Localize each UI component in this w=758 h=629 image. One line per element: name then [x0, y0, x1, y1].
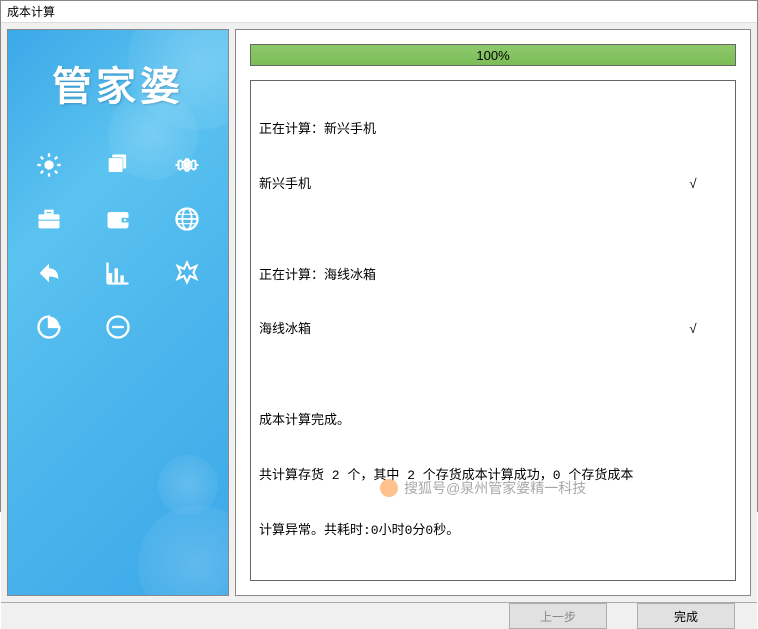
globe-icon — [172, 204, 202, 234]
progress-label: 100% — [476, 48, 509, 63]
log-line: 正在计算：新兴手机 — [259, 121, 727, 139]
progress-bar: 100% — [250, 44, 736, 66]
log-line: 计算异常。共耗时:0小时0分0秒。 — [259, 522, 727, 540]
gear-icon — [172, 150, 202, 180]
stack-icon — [103, 150, 133, 180]
log-panel[interactable]: 正在计算：新兴手机 新兴手机√ 正在计算：海线冰箱 海线冰箱√ 成本计算完成。 … — [250, 80, 736, 581]
log-line: 共计算存货 2 个，其中 2 个存货成本计算成功，0 个存货成本 — [259, 467, 727, 485]
done-label: 完成 — [674, 608, 698, 625]
pie-icon — [34, 312, 64, 342]
briefcase-icon — [34, 204, 64, 234]
sun-icon — [34, 150, 64, 180]
back-icon — [34, 258, 64, 288]
minus-icon — [103, 312, 133, 342]
sidebar-icon-grid — [28, 150, 208, 342]
done-button[interactable]: 完成 — [637, 603, 735, 629]
log-line: 海线冰箱√ — [259, 321, 727, 339]
log-line: 正在计算：海线冰箱 — [259, 267, 727, 285]
sidebar: 管家婆 — [7, 29, 229, 596]
prev-label: 上一步 — [540, 608, 576, 625]
log-line: 成本计算完成。 — [259, 412, 727, 430]
prev-button[interactable]: 上一步 — [509, 603, 607, 629]
wallet-icon — [103, 204, 133, 234]
title-bar: 成本计算 — [1, 1, 757, 23]
window-title: 成本计算 — [7, 3, 55, 20]
content: 管家婆 100% 正在计算：新兴手机 新兴手机√ — [1, 23, 757, 602]
main-panel: 100% 正在计算：新兴手机 新兴手机√ 正在计算：海线冰箱 海线冰箱√ 成本计… — [235, 29, 751, 596]
brand-text: 管家婆 — [8, 54, 228, 112]
footer: 上一步 完成 — [1, 602, 757, 629]
log-line: 新兴手机√ — [259, 176, 727, 194]
star-icon — [172, 258, 202, 288]
window: 成本计算 管家婆 — [0, 0, 758, 512]
chart-icon — [103, 258, 133, 288]
